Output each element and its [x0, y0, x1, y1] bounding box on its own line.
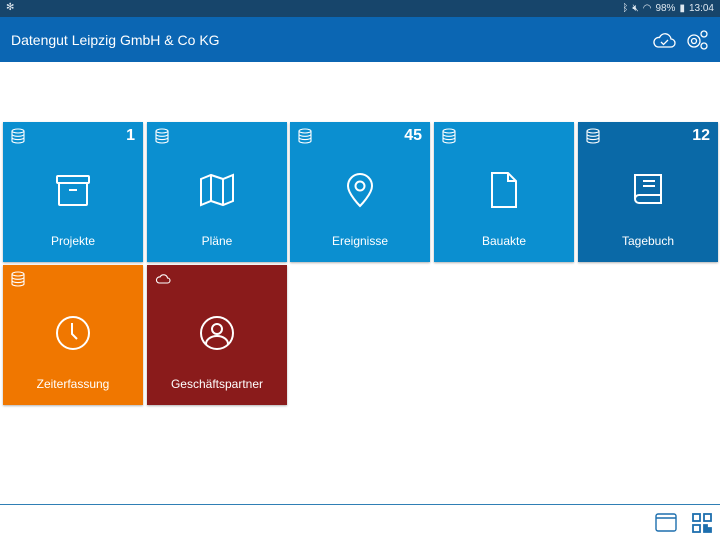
tile-count: 1 [126, 127, 135, 144]
bottom-toolbar [0, 504, 720, 540]
tile-plne[interactable]: Pläne [147, 122, 287, 262]
database-icon [11, 128, 25, 144]
qr-code-icon[interactable] [691, 512, 713, 534]
tile-zeiterfassung[interactable]: Zeiterfassung [3, 265, 143, 405]
database-icon [11, 271, 25, 287]
status-bar: ✻ ᛒ 🔇︎ ◠ 98% ▮ 13:04 [0, 0, 720, 17]
cloud-icon [155, 274, 171, 284]
tile-label: Projekte [50, 234, 96, 248]
tile-label: Ereignisse [331, 234, 389, 248]
tile-tagebuch[interactable]: 12 Tagebuch [578, 122, 718, 262]
page-title: Datengut Leipzig GmbH & Co KG [11, 32, 220, 48]
tile-label: Zeiterfassung [36, 377, 110, 391]
map-icon [200, 173, 234, 207]
tile-label: Bauakte [481, 234, 527, 248]
tile-ereignisse[interactable]: 45 Ereignisse [290, 122, 430, 262]
tile-label: Pläne [201, 234, 233, 248]
clock-time: 13:04 [688, 3, 714, 14]
tile-projekte[interactable]: 1 Projekte [3, 122, 143, 262]
tile-bauakte[interactable]: Bauakte [434, 122, 574, 262]
location-pin-icon [346, 173, 374, 208]
tile-label: Tagebuch [621, 234, 675, 248]
wifi-icon: ◠ [642, 3, 652, 14]
database-icon [155, 128, 169, 144]
cloud-sync-icon[interactable] [651, 27, 677, 53]
user-circle-icon [200, 316, 234, 350]
database-icon [586, 128, 600, 144]
database-icon [298, 128, 312, 144]
window-icon[interactable] [655, 513, 677, 532]
fan-icon: ✻ [6, 2, 15, 13]
bluetooth-icon: ᛒ [622, 3, 629, 14]
document-icon [491, 172, 517, 208]
book-icon [634, 174, 662, 204]
tile-label: Geschäftspartner [170, 377, 264, 391]
mute-icon: 🔇︎ [632, 3, 639, 14]
tile-geschftspartner[interactable]: Geschäftspartner [147, 265, 287, 405]
tile-count: 12 [692, 127, 710, 144]
battery-icon: ▮ [679, 3, 685, 14]
app-header: Datengut Leipzig GmbH & Co KG [0, 17, 720, 62]
archive-box-icon [56, 175, 90, 206]
tile-count: 45 [404, 127, 422, 144]
battery-percent: 98% [655, 3, 676, 14]
database-icon [442, 128, 456, 144]
clock-icon [56, 316, 90, 350]
settings-gear-icon[interactable] [684, 27, 710, 53]
